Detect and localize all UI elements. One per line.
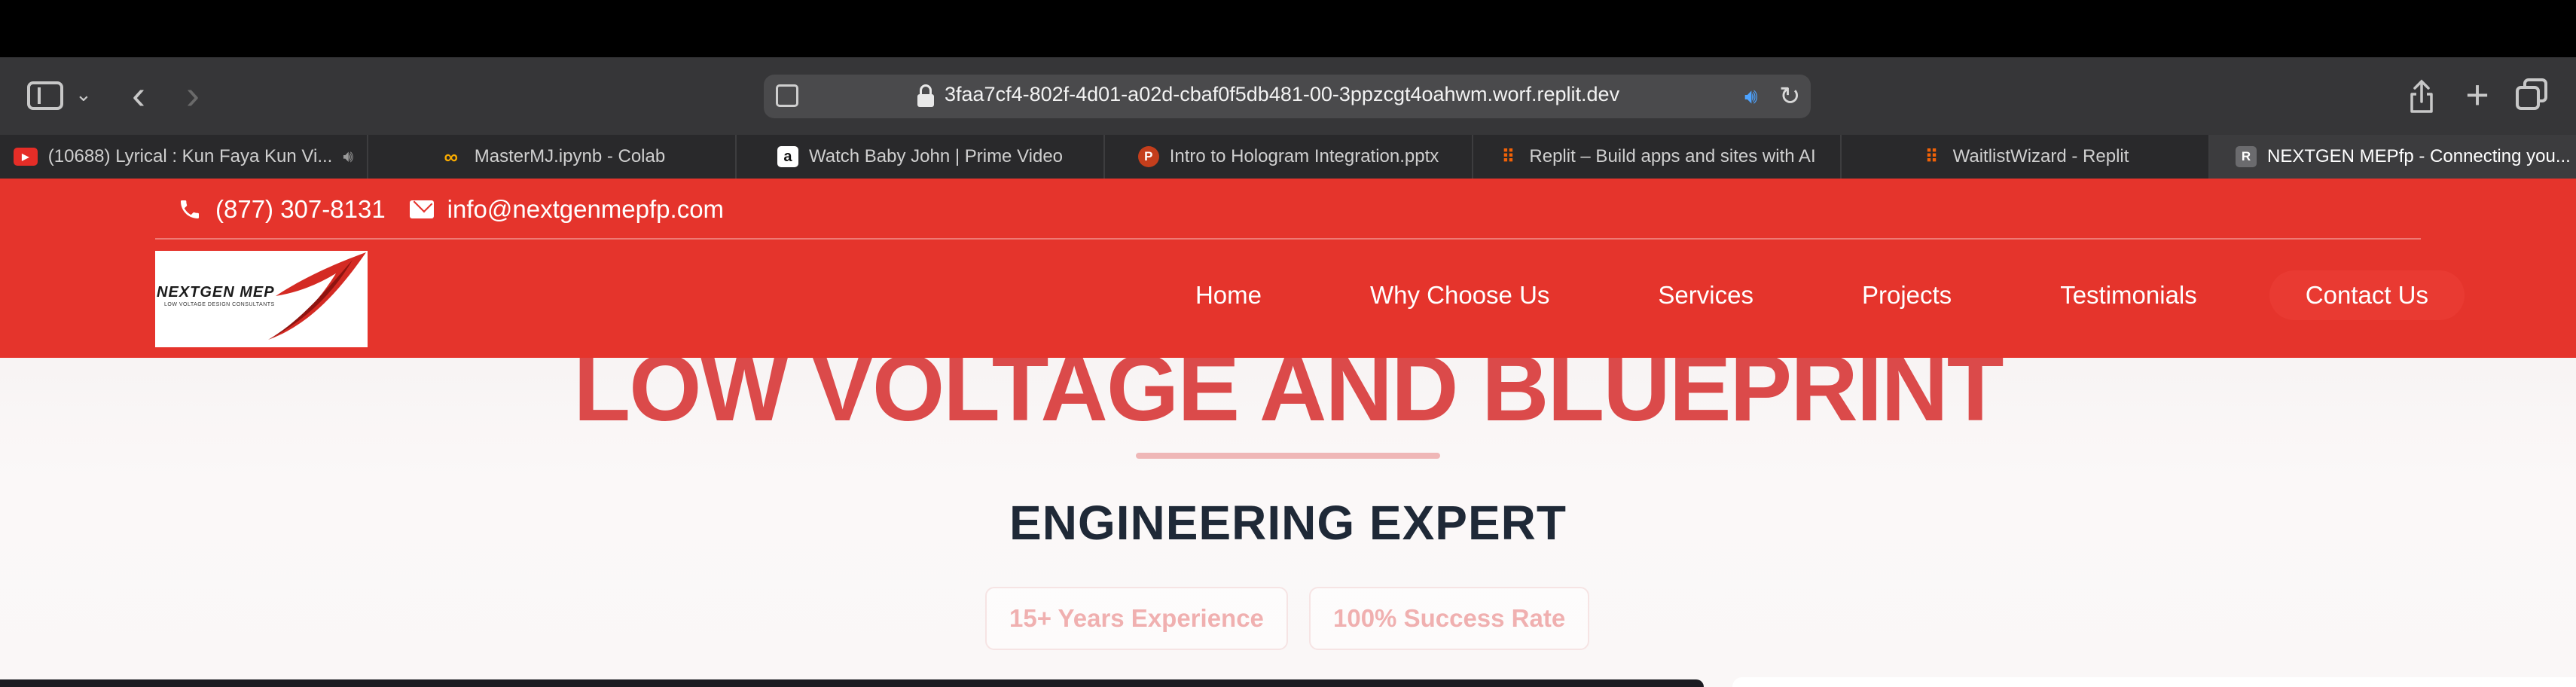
tab-powerpoint[interactable]: P Intro to Hologram Integration.pptx [1105, 135, 1473, 179]
colab-icon: ∞ [444, 145, 459, 168]
hero-image-panel [0, 679, 1704, 687]
web-page: (877) 307-8131 info@nextgenmepfp.com NEX… [0, 179, 2576, 687]
tab-title: Intro to Hologram Integration.pptx [1169, 146, 1439, 166]
back-icon[interactable]: ‹ [124, 72, 154, 118]
email-link[interactable]: info@nextgenmepfp.com [409, 195, 725, 224]
tab-title: Watch Baby John | Prime Video [808, 146, 1064, 166]
nav-testimonials[interactable]: Testimonials [2060, 281, 2197, 310]
tab-title: NEXTGEN MEPfp - Connecting you... [2267, 146, 2571, 166]
nav-contact-us-button[interactable]: Contact Us [2269, 270, 2465, 320]
new-tab-icon[interactable]: + [2458, 72, 2496, 118]
success-rate-badge: 100% Success Rate [1309, 587, 1590, 650]
nav-why-choose-us[interactable]: Why Choose Us [1370, 281, 1549, 310]
r-icon: R [2236, 146, 2257, 167]
contact-bar: (877) 307-8131 info@nextgenmepfp.com [178, 195, 724, 224]
sidebar-toggle-icon[interactable] [27, 81, 63, 110]
url-text[interactable]: 3faa7cf4-802f-4d01-a02d-cbaf0f5db481-00-… [945, 83, 1619, 106]
site-header: (877) 307-8131 info@nextgenmepfp.com NEX… [0, 179, 2576, 358]
reload-icon[interactable]: ↻ [1779, 81, 1801, 111]
amazon-icon: a [777, 146, 798, 167]
tab-title: MasterMJ.ipynb - Colab [474, 146, 666, 166]
tab-waitlistwizard[interactable]: ⠿ WaitlistWizard - Replit [1842, 135, 2210, 179]
lock-icon [917, 84, 934, 107]
powerpoint-icon: P [1137, 146, 1159, 167]
tab-prime-video[interactable]: a Watch Baby John | Prime Video [737, 135, 1105, 179]
tab-overview-icon[interactable] [2516, 78, 2550, 113]
envelope-icon [409, 200, 434, 218]
nav-projects[interactable]: Projects [1862, 281, 1952, 310]
replit-icon: ⠿ [1501, 146, 1515, 167]
top-black-bar [0, 0, 2576, 57]
logo-tagline: LOW VOLTAGE DESIGN CONSULTANTS [164, 302, 275, 307]
forward-icon[interactable]: › [178, 72, 208, 118]
nav-services[interactable]: Services [1658, 281, 1753, 310]
email-address: info@nextgenmepfp.com [447, 195, 725, 223]
logo-text: NEXTGEN MEP [157, 284, 275, 301]
phone-number: (877) 307-8131 [215, 195, 386, 223]
tab-title: (10688) Lyrical : Kun Faya Kun Vi... [47, 146, 333, 166]
experience-badge: 15+ Years Experience [985, 587, 1288, 650]
site-logo[interactable]: NEXTGEN MEP LOW VOLTAGE DESIGN CONSULTAN… [155, 251, 368, 347]
youtube-icon: ▶ [13, 148, 38, 166]
tab-colab[interactable]: ∞ MasterMJ.ipynb - Colab [368, 135, 737, 179]
hero-underline [1136, 453, 1440, 459]
speaker-icon[interactable]: 🔊︎ [343, 147, 353, 166]
tab-strip: ▶ (10688) Lyrical : Kun Faya Kun Vi... 🔊… [0, 135, 2576, 179]
tab-youtube[interactable]: ▶ (10688) Lyrical : Kun Faya Kun Vi... 🔊… [0, 135, 368, 179]
hero-card-panel [1732, 677, 2576, 687]
tab-nextgen-active[interactable]: R NEXTGEN MEPfp - Connecting you... [2210, 135, 2576, 179]
replit-icon: ⠿ [1924, 146, 1939, 167]
hero-subtitle: ENGINEERING EXPERT [1009, 496, 1567, 550]
header-divider [155, 238, 2421, 240]
tab-replit[interactable]: ⠿ Replit – Build apps and sites with AI [1473, 135, 1842, 179]
main-nav: Home Why Choose Us Services Projects Tes… [1195, 270, 2465, 320]
page-menu-icon[interactable] [776, 84, 798, 107]
tab-title: Replit – Build apps and sites with AI [1529, 146, 1816, 166]
phone-link[interactable]: (877) 307-8131 [178, 195, 386, 224]
audio-playing-icon[interactable]: 🔊︎ [1744, 84, 1758, 109]
tab-title: WaitlistWizard - Replit [1952, 146, 2129, 166]
phone-icon [181, 200, 199, 218]
share-icon[interactable] [2403, 75, 2440, 118]
chevron-down-icon[interactable]: ⌄ [75, 83, 92, 106]
nav-home[interactable]: Home [1195, 281, 1262, 310]
